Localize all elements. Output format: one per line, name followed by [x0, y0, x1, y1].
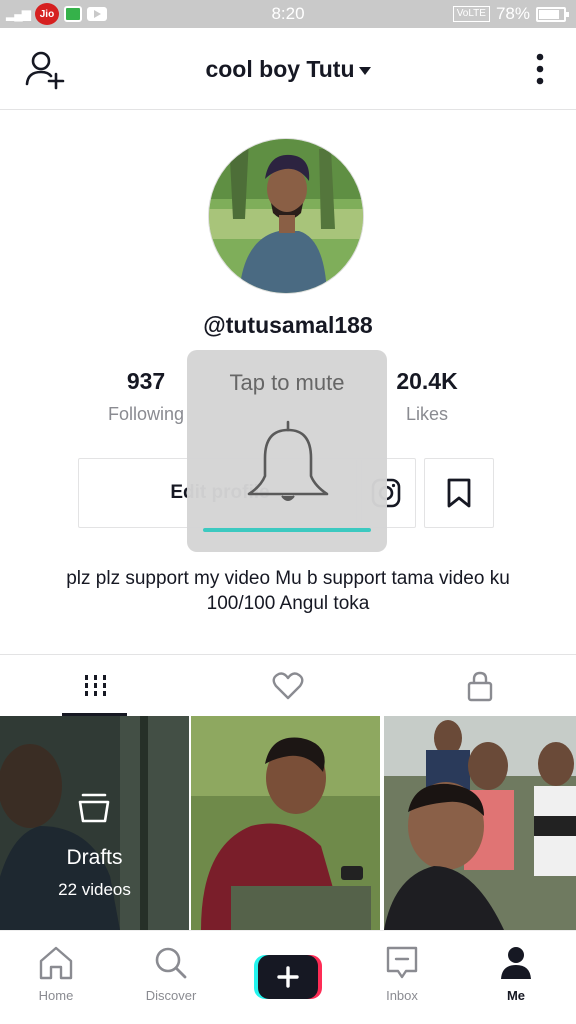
favorites-button[interactable] [424, 458, 494, 528]
profile-header: cool boy Tutu [0, 28, 576, 110]
profile-bio: plz plz support my video Mu b support ta… [66, 568, 510, 614]
nav-home[interactable]: Home [6, 945, 106, 1003]
profile-icon [501, 947, 531, 979]
video-thumbnail-2[interactable] [384, 716, 576, 930]
account-switcher[interactable]: cool boy Tutu [0, 56, 576, 83]
tab-videos[interactable] [0, 655, 192, 717]
video-grid: Drafts 22 videos [0, 716, 576, 930]
drafts-overlay: Drafts 22 videos [0, 716, 189, 930]
battery-icon [536, 6, 569, 22]
battery-level: 78% [495, 4, 530, 23]
more-options-button[interactable] [534, 52, 546, 86]
drafts-icon [78, 793, 110, 823]
tab-liked[interactable] [192, 655, 384, 717]
toast-message: Tap to mute [229, 370, 345, 395]
nav-me-label: Me [506, 988, 526, 1003]
video-thumbnail-1[interactable] [191, 716, 380, 930]
status-bar: ▂▄▆ Jio 8:20 VoLTE 78% [0, 0, 576, 28]
bottom-navigation: Home Discover Inbox Me [0, 930, 576, 1024]
nav-discover[interactable]: Discover [121, 945, 221, 1003]
page-title: cool boy Tutu [205, 56, 355, 82]
grid-icon [85, 675, 106, 696]
bell-icon [247, 420, 329, 501]
content-tabs [0, 654, 576, 716]
avatar[interactable] [208, 138, 364, 294]
plus-icon [254, 955, 322, 999]
toast-progress-bar [203, 528, 371, 532]
create-video-button[interactable] [254, 955, 322, 999]
nav-inbox-label: Inbox [386, 988, 418, 1003]
avatar-photo [209, 139, 363, 293]
drafts-tile[interactable]: Drafts 22 videos [0, 716, 189, 930]
mute-toast[interactable]: Tap to mute [187, 350, 387, 552]
more-vertical-icon [536, 53, 544, 85]
nav-inbox[interactable]: Inbox [352, 945, 452, 1003]
bookmark-icon [447, 478, 471, 508]
heart-icon [272, 672, 304, 700]
nav-home-label: Home [38, 988, 74, 1003]
username: @tutusamal188 [203, 312, 373, 338]
volte-badge: VoLTE [452, 6, 490, 22]
nav-discover-label: Discover [145, 988, 197, 1003]
video-thumbnail-image [384, 716, 576, 930]
lock-icon [467, 671, 493, 702]
drafts-title: Drafts [66, 846, 123, 869]
status-right: VoLTE 78% [452, 4, 569, 24]
tab-private[interactable] [384, 655, 576, 717]
video-thumbnail-image [191, 716, 380, 930]
home-icon [39, 946, 73, 980]
inbox-icon [386, 946, 418, 979]
drafts-count: 22 videos [58, 880, 131, 899]
search-icon [155, 947, 187, 979]
chevron-down-icon [358, 66, 371, 75]
nav-me[interactable]: Me [466, 945, 566, 1003]
